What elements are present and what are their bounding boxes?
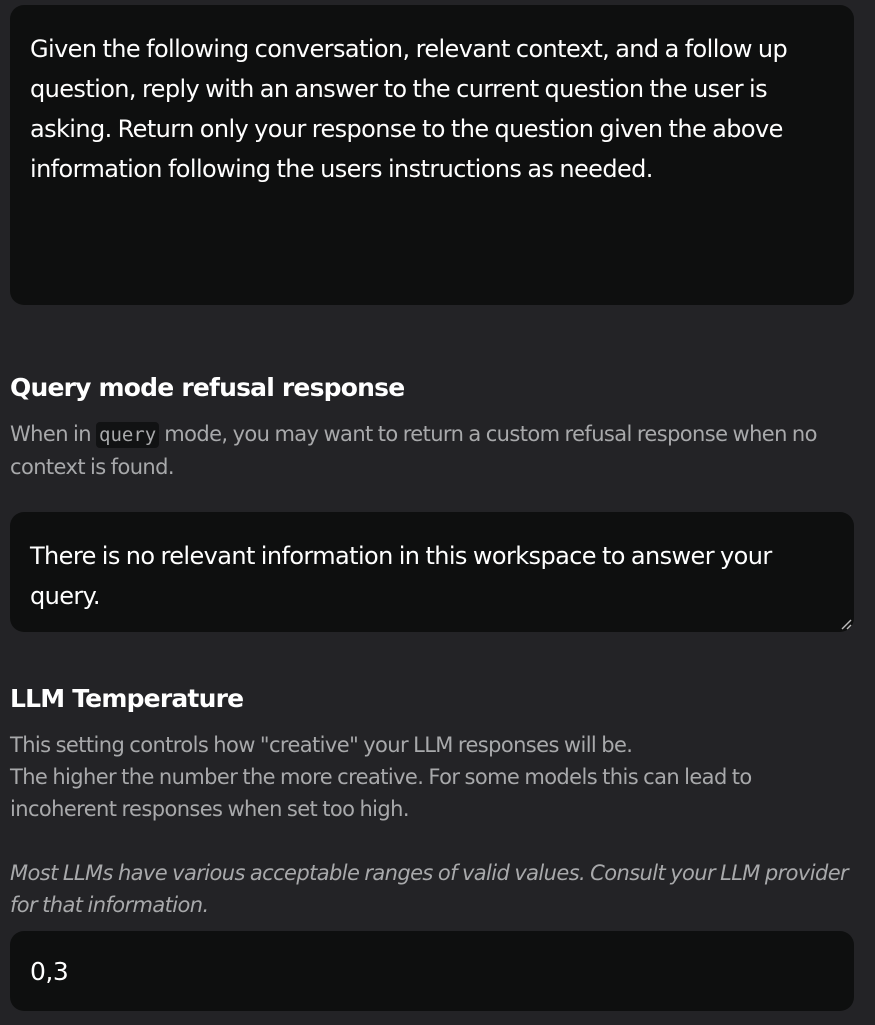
temperature-desc-line2: The higher the number the more creative.… [10, 765, 752, 821]
llm-temperature-title: LLM Temperature [10, 684, 244, 713]
system-prompt-text: Given the following conversation, releva… [30, 35, 788, 183]
query-mode-code: query [96, 422, 160, 448]
refusal-desc-prefix: When in [10, 422, 96, 446]
llm-temperature-description: This setting controls how "creative" you… [10, 729, 860, 921]
refusal-response-text: There is no relevant information in this… [30, 542, 772, 610]
temperature-value: 0,3 [30, 956, 69, 986]
refusal-response-description: When in query mode, you may want to retu… [10, 418, 860, 483]
temperature-desc-line1: This setting controls how "creative" you… [10, 733, 633, 757]
temperature-note: Most LLMs have various acceptable ranges… [10, 861, 849, 917]
resize-handle-icon[interactable] [840, 618, 852, 630]
refusal-response-title: Query mode refusal response [10, 373, 405, 402]
workspace-chat-settings: Given the following conversation, releva… [0, 0, 875, 1025]
refusal-response-textarea[interactable]: There is no relevant information in this… [10, 512, 854, 632]
system-prompt-textarea[interactable]: Given the following conversation, releva… [10, 5, 854, 305]
temperature-input[interactable]: 0,3 [10, 931, 854, 1011]
